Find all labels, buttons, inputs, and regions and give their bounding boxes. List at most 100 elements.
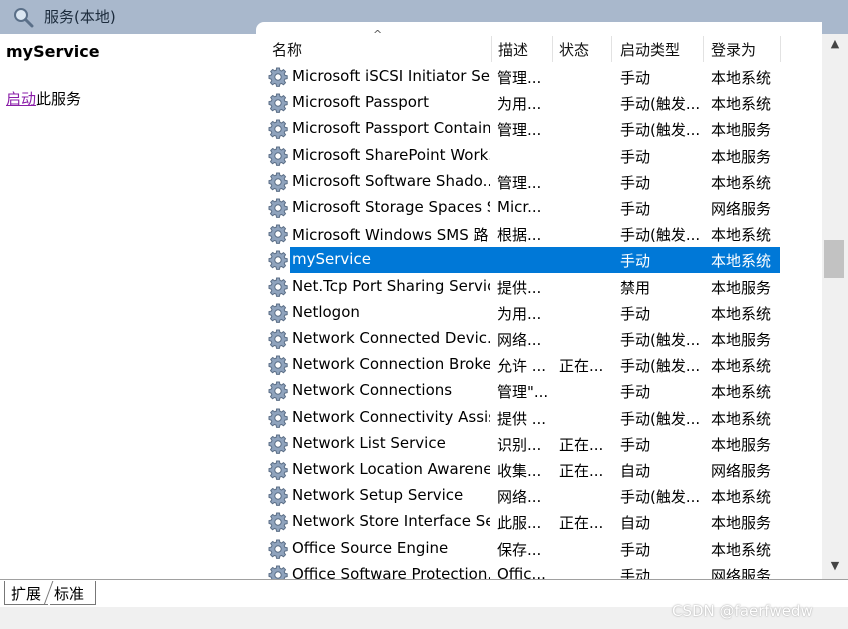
service-logon-cell: 本地服务 <box>711 331 772 349</box>
scroll-down-icon[interactable]: ▼ <box>822 556 848 576</box>
service-name-cell: myService <box>292 250 371 269</box>
gear-icon <box>268 303 288 323</box>
service-description-cell: Offic... <box>497 564 546 579</box>
service-row[interactable]: Office Software Protection... Offic... 手动 网… <box>256 562 822 579</box>
column-header-startup-type[interactable]: 启动类型 <box>620 39 680 60</box>
service-startup-cell: 手动(触发... <box>620 409 701 428</box>
service-row[interactable]: Microsoft Storage Spaces S... Micr... 手动 网络… <box>256 195 822 221</box>
service-startup-cell: 手动 <box>620 304 651 323</box>
service-row[interactable]: Microsoft iSCSI Initiator Ser... 管理... 手动 本… <box>256 64 822 90</box>
service-logon-cell: 本地系统 <box>711 226 772 245</box>
service-name-cell: Network Connectivity Assis... <box>292 407 490 426</box>
service-startup-cell: 手动(触发... <box>620 488 701 507</box>
service-startup-cell: 手动 <box>620 200 651 218</box>
service-name-cell: Microsoft iSCSI Initiator Ser... <box>292 67 490 85</box>
service-row[interactable]: Microsoft Windows SMS 路... 根据... 手动(触发... 本… <box>256 221 822 247</box>
gear-icon <box>268 172 288 192</box>
service-row[interactable]: Network Connectivity Assis... 提供 ... 手动(触发… <box>256 405 822 431</box>
service-name-cell: Network Connection Broker <box>292 355 490 374</box>
service-row[interactable]: Microsoft SharePoint Work... 手动 本地服务 <box>256 143 822 169</box>
service-row[interactable]: Netlogon 为用... 手动 本地系统 <box>256 300 822 326</box>
service-startup-cell: 手动 <box>620 252 651 271</box>
service-row[interactable]: Network Location Awarene... 收集... 正在... 自动 网… <box>256 457 822 483</box>
service-row[interactable]: Network Setup Service 网络... 手动(触发... 本地系统 <box>256 483 822 509</box>
service-startup-cell: 手动 <box>620 435 651 454</box>
service-startup-cell: 手动(触发... <box>620 95 701 114</box>
service-row[interactable]: Network List Service 识别... 正在... 手动 本地服务 <box>256 431 822 457</box>
service-row[interactable]: Office Source Engine 保存... 手动 本地系统 <box>256 536 822 562</box>
service-row[interactable]: Net.Tcp Port Sharing Service 提供... 禁用 本地服务 <box>256 274 822 300</box>
service-logon-cell: 本地系统 <box>711 69 772 87</box>
gear-icon <box>268 224 288 245</box>
service-row[interactable]: Microsoft Passport Container 管理... 手动(触发..… <box>256 116 822 142</box>
service-startup-cell: 禁用 <box>620 278 651 297</box>
service-description-cell: 提供 ... <box>497 409 547 428</box>
column-divider[interactable] <box>491 36 492 62</box>
service-name-cell: Microsoft Passport <box>292 93 429 112</box>
service-logon-cell: 本地服务 <box>711 278 772 297</box>
gear-icon <box>268 434 288 454</box>
service-logon-cell: 网络服务 <box>711 462 772 480</box>
column-header-name[interactable]: 名称 <box>272 39 302 60</box>
column-header-row: ^ 名称 描述 状态 启动类型 登录为 <box>256 28 822 64</box>
service-row[interactable]: Network Connected Devic... 网络... 手动(触发... 本… <box>256 326 822 352</box>
service-logon-cell: 本地服务 <box>711 147 772 166</box>
tab-standard[interactable]: 标准 <box>50 581 96 605</box>
service-description-cell: 为用... <box>497 95 542 114</box>
service-row[interactable]: myService 手动 本地系统 <box>256 247 822 274</box>
service-startup-cell: 手动(触发... <box>620 331 701 349</box>
service-name-cell: Network Location Awarene... <box>292 460 490 478</box>
scroll-up-icon[interactable]: ▲ <box>822 34 848 54</box>
service-name-cell: Microsoft Passport Container <box>292 119 490 138</box>
start-service-suffix: 此服务 <box>36 90 82 108</box>
gear-icon <box>268 565 288 579</box>
gear-icon <box>268 250 288 271</box>
service-name-cell: Office Source Engine <box>292 538 449 557</box>
column-divider[interactable] <box>780 36 781 62</box>
column-header-description[interactable]: 描述 <box>498 39 528 60</box>
service-logon-cell: 网络服务 <box>711 200 772 218</box>
column-divider[interactable] <box>611 36 612 62</box>
gear-icon <box>268 355 288 376</box>
description-pane: myService 启动此服务 <box>0 34 256 579</box>
service-row[interactable]: Network Connection Broker 允许 ... 正在... 手动(触… <box>256 352 822 378</box>
service-description-cell: 管理... <box>497 121 542 140</box>
service-logon-cell: 本地系统 <box>711 383 772 402</box>
gear-icon <box>268 486 288 507</box>
service-logon-cell: 本地服务 <box>711 514 772 533</box>
gear-icon <box>268 460 288 480</box>
gear-icon <box>268 119 288 140</box>
gear-icon <box>268 277 288 297</box>
service-startup-cell: 手动 <box>620 147 651 166</box>
column-header-log-on-as[interactable]: 登录为 <box>711 39 756 60</box>
service-row[interactable]: Network Store Interface Se... 此服... 正在... 自… <box>256 509 822 535</box>
selected-service-name: myService <box>6 42 100 61</box>
gear-icon <box>268 198 288 218</box>
service-logon-cell: 本地系统 <box>711 409 772 428</box>
service-row[interactable]: Microsoft Passport 为用... 手动(触发... 本地系统 <box>256 90 822 116</box>
service-description-cell: 提供... <box>497 278 542 297</box>
scrollbar-thumb[interactable] <box>824 240 844 278</box>
service-name-cell: Network Connected Devic... <box>292 329 490 347</box>
service-row[interactable]: Microsoft Software Shado... 管理... 手动 本地系统 <box>256 169 822 195</box>
gear-icon <box>268 408 288 428</box>
search-icon <box>14 8 34 28</box>
start-service-link[interactable]: 启动 <box>6 90 36 108</box>
service-action: 启动此服务 <box>6 88 81 109</box>
service-description-cell: 收集... <box>497 462 542 480</box>
column-header-status[interactable]: 状态 <box>559 39 589 60</box>
service-name-cell: Office Software Protection... <box>292 564 490 579</box>
service-startup-cell: 手动(触发... <box>620 226 701 245</box>
service-startup-cell: 手动 <box>620 383 651 402</box>
gear-icon <box>268 93 288 114</box>
vertical-scrollbar[interactable]: ▲ ▼ <box>822 34 848 579</box>
gear-icon <box>268 146 288 166</box>
column-divider[interactable] <box>552 36 553 62</box>
service-logon-cell: 本地系统 <box>711 173 772 192</box>
column-divider[interactable] <box>703 36 704 62</box>
gear-icon <box>268 539 288 559</box>
service-description-cell: 此服... <box>497 514 542 533</box>
service-logon-cell: 本地系统 <box>711 252 772 271</box>
service-row[interactable]: Network Connections 管理"... 手动 本地系统 <box>256 378 822 404</box>
tab-extended[interactable]: 扩展 <box>4 581 48 605</box>
